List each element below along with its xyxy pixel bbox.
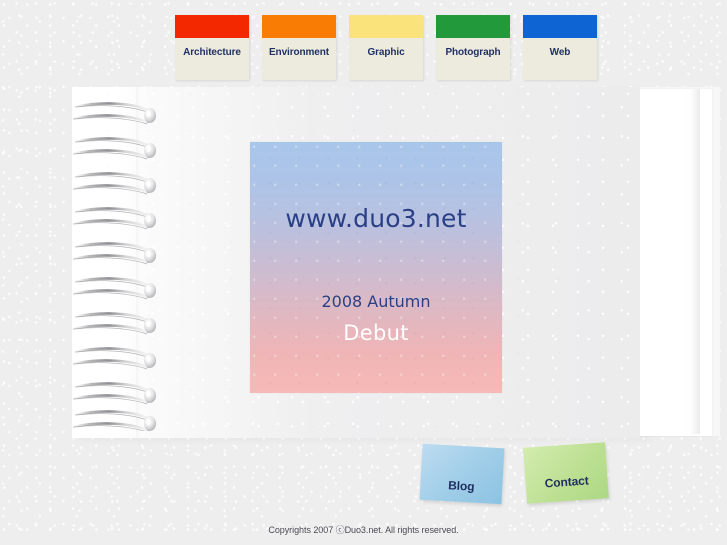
tab-color-swatch-photograph [436,15,510,38]
tab-color-swatch-graphic [349,15,423,38]
tab-color-swatch-web [523,15,597,38]
tab-label-graphic: Graphic [367,47,405,58]
notebook: www.duo3.net 2008 Autumn Debut [71,87,720,439]
copyright-footer: Copyrights 2007 ⓒDuo3.net. All rights re… [268,525,459,535]
tab-label-blog: Blog [447,478,475,494]
tab-color-swatch-architecture [175,15,249,38]
tab-label-web: Web [549,47,571,58]
hero-card: www.duo3.net 2008 Autumn Debut [250,142,502,393]
category-tab-bar: Architecture Environment Graphic Photogr… [175,15,597,80]
tab-web[interactable]: Web [523,15,597,80]
spiral-binding-svg [71,102,158,434]
tab-environment[interactable]: Environment [262,15,336,80]
tab-photograph[interactable]: Photograph [436,15,510,80]
tab-graphic[interactable]: Graphic [349,15,423,80]
tab-label-environment: Environment [268,47,330,58]
tab-blog[interactable]: Blog [419,443,505,505]
spiral-binding [71,97,163,434]
tab-label-contact: Contact [544,473,590,491]
tab-contact[interactable]: Contact [523,442,609,504]
hero-texture [250,142,502,393]
hero-season-text: 2008 Autumn [321,292,431,311]
tab-label-photograph: Photograph [445,47,501,58]
tab-color-swatch-environment [262,15,336,38]
page-edge-right [684,89,700,434]
hero-site-url: www.duo3.net [285,204,467,233]
tab-architecture[interactable]: Architecture [175,15,249,80]
hero-debut-text: Debut [343,321,409,345]
tab-label-architecture: Architecture [183,47,241,58]
page-background: Architecture Environment Graphic Photogr… [0,0,727,545]
